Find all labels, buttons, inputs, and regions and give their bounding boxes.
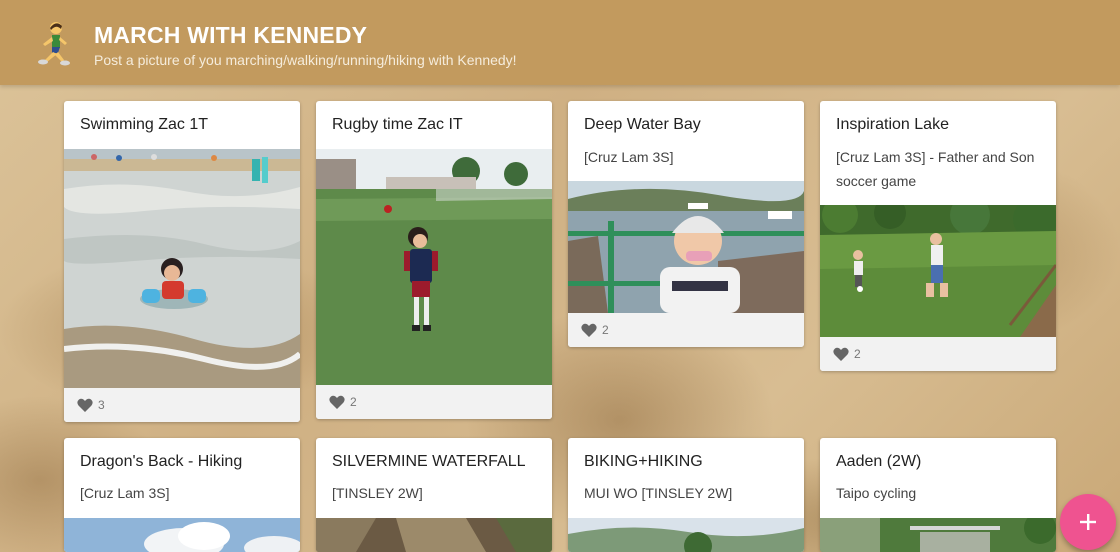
post-text: MUI WO [TINSLEY 2W] [584, 485, 733, 501]
post-title: Inspiration Lake [836, 116, 949, 133]
page-title: MARCH WITH KENNEDY [94, 22, 368, 48]
post-title: Rugby time Zac IT [332, 116, 463, 133]
post-footer: 3 [64, 388, 300, 422]
post-card[interactable]: Rugby time Zac IT 2 [316, 101, 552, 419]
post-title: BIKING+HIKING [584, 453, 703, 470]
post-photo[interactable] [64, 518, 300, 552]
post-text: [Cruz Lam 3S] [80, 485, 170, 501]
post-title: Deep Water Bay [584, 116, 701, 133]
like-count: 3 [98, 398, 105, 412]
app-header: MARCH WITH KENNEDY Post a picture of you… [0, 0, 1120, 85]
post-text: [Cruz Lam 3S] - Father and Son soccer ga… [836, 149, 1035, 189]
post-title: Swimming Zac 1T [80, 116, 209, 133]
post-footer: 2 [820, 337, 1056, 371]
post-photo[interactable] [568, 181, 804, 313]
post-text: [TINSLEY 2W] [332, 485, 423, 501]
heart-icon[interactable] [833, 347, 849, 362]
heart-icon[interactable] [77, 398, 93, 413]
post-footer: 2 [568, 313, 804, 347]
post-title: Aaden (2W) [836, 453, 922, 470]
heart-icon[interactable] [581, 323, 597, 338]
post-photo[interactable] [568, 518, 804, 552]
post-card[interactable]: Dragon's Back - Hiking [Cruz Lam 3S] [64, 438, 300, 552]
post-card[interactable]: Deep Water Bay [Cruz Lam 3S] 2 [568, 101, 804, 347]
page-subtitle: Post a picture of you marching/walking/r… [94, 52, 517, 68]
post-photo[interactable] [316, 149, 552, 385]
post-photo[interactable] [820, 518, 1056, 552]
post-title: SILVERMINE WATERFALL [332, 453, 526, 470]
post-text: Taipo cycling [836, 485, 917, 501]
like-count: 2 [602, 323, 609, 337]
post-photo[interactable] [820, 205, 1056, 337]
runner-icon [30, 20, 78, 70]
post-card[interactable]: Inspiration Lake [Cruz Lam 3S] - Father … [820, 101, 1056, 371]
post-photo[interactable] [316, 518, 552, 552]
post-card[interactable]: SILVERMINE WATERFALL [TINSLEY 2W] [316, 438, 552, 552]
heart-icon[interactable] [329, 395, 345, 410]
post-photo[interactable] [64, 149, 300, 388]
post-card[interactable]: BIKING+HIKING MUI WO [TINSLEY 2W] [568, 438, 804, 552]
post-text: [Cruz Lam 3S] [584, 149, 674, 165]
post-title: Dragon's Back - Hiking [80, 453, 243, 470]
plus-icon [1080, 514, 1096, 530]
post-footer: 2 [316, 385, 552, 419]
like-count: 2 [854, 347, 861, 361]
post-card[interactable]: Swimming Zac 1T 3 [64, 101, 300, 422]
like-count: 2 [350, 395, 357, 409]
add-post-button[interactable] [1060, 494, 1116, 550]
post-card[interactable]: Aaden (2W) Taipo cycling [820, 438, 1056, 552]
